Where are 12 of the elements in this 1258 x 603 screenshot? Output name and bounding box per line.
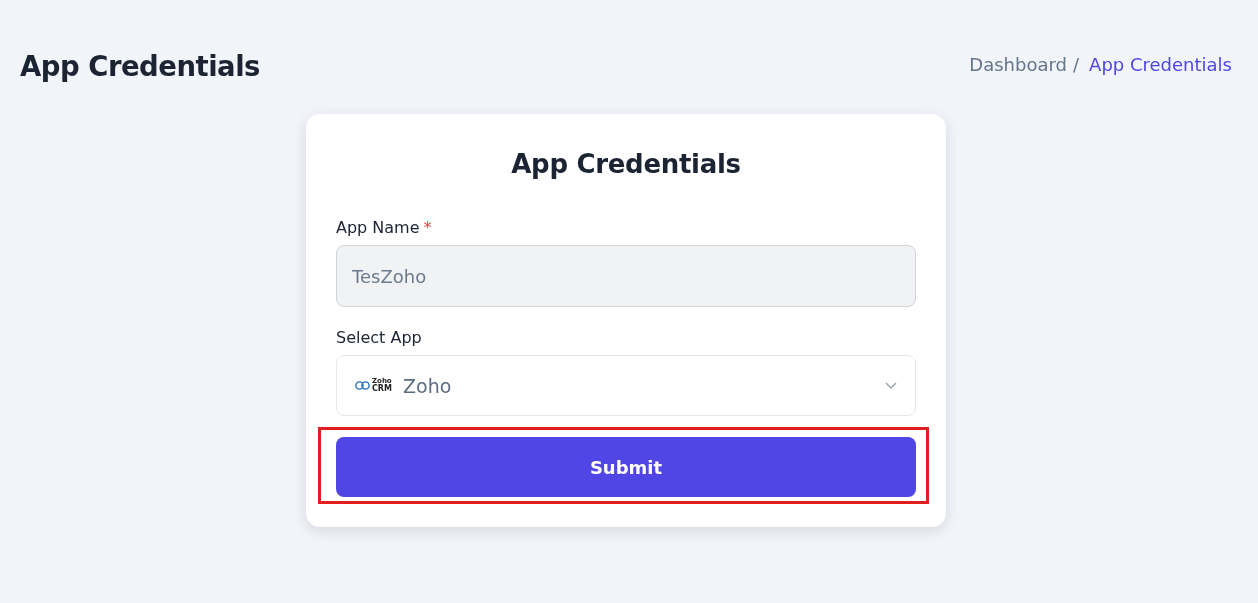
submit-button[interactable]: Submit — [336, 437, 916, 497]
breadcrumb-link[interactable]: App Credentials — [1089, 54, 1232, 75]
page-title: App Credentials — [20, 50, 260, 82]
logo-text: CRM — [372, 385, 392, 393]
field-label: Select App — [336, 328, 422, 347]
linked-rings-icon — [355, 381, 370, 390]
form-title: App Credentials — [510, 148, 742, 181]
field-label: App Name — [336, 218, 420, 237]
required-mark: * — [423, 218, 432, 237]
chevron-down-icon — [885, 382, 897, 389]
breadcrumb-separator: / — [1073, 54, 1080, 75]
breadcrumb-link[interactable]: Dashboard — [969, 54, 1067, 75]
